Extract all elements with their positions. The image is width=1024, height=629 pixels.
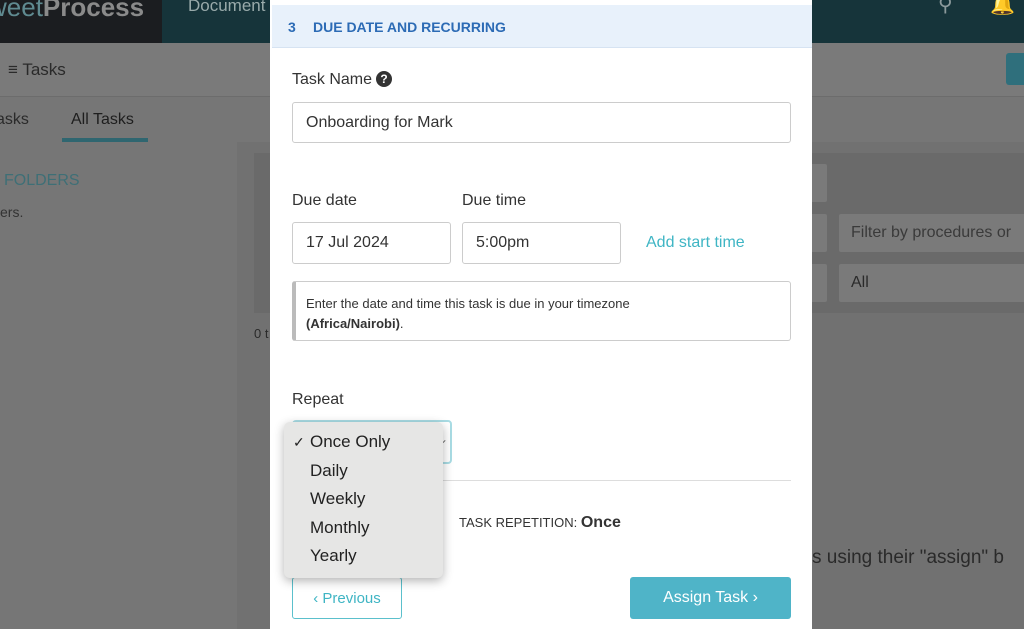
repeat-option-monthly[interactable]: Monthly <box>284 514 443 543</box>
timezone-note: Enter the date and time this task is due… <box>292 281 791 341</box>
nav-documents[interactable]: Document <box>188 0 265 16</box>
repeat-option-once-only[interactable]: ✓ Once Only <box>284 428 443 457</box>
filter-status-select[interactable]: All <box>838 263 1024 303</box>
page-title: ≡ Tasks <box>8 60 66 79</box>
task-name-input[interactable]: Onboarding for Mark <box>292 102 791 143</box>
empty-state-text: s using their "assign" b <box>812 547 1004 568</box>
due-time-input[interactable]: 5:00pm <box>462 222 621 264</box>
repeat-option-weekly[interactable]: Weekly <box>284 485 443 514</box>
task-repetition-value: Once <box>580 514 621 531</box>
due-date-input[interactable]: 17 Jul 2024 <box>292 222 451 264</box>
step-number: 3 <box>288 19 296 35</box>
help-icon[interactable]: ? <box>376 71 393 87</box>
step-title: DUE DATE AND RECURRING <box>313 19 506 35</box>
search-icon[interactable]: ⚲ <box>938 0 953 17</box>
filter-procedures-input[interactable]: Filter by procedures or <box>838 213 1024 253</box>
due-time-label: Due time <box>462 192 527 209</box>
checkmark-icon: ✓ <box>293 434 305 450</box>
logo[interactable]: weetProcess <box>0 0 144 23</box>
checklist-icon: ≡ <box>8 60 18 79</box>
bell-icon[interactable]: 🔔 <box>990 0 1015 17</box>
repeat-label: Repeat <box>292 391 344 408</box>
repeat-option-daily[interactable]: Daily <box>284 457 443 486</box>
task-name-label: Task Name? <box>292 71 393 89</box>
repeat-dropdown-menu: ✓ Once Only Daily Weekly Monthly Yearly <box>284 422 443 578</box>
active-tab-indicator <box>62 138 148 142</box>
due-date-label: Due date <box>292 192 357 209</box>
tab-all-tasks[interactable]: All Tasks <box>71 111 134 129</box>
folders-text: ers. <box>0 204 24 220</box>
folders-heading: FOLDERS <box>4 172 80 189</box>
previous-button[interactable]: ‹ Previous <box>292 577 402 619</box>
add-start-time-link[interactable]: Add start time <box>646 234 745 252</box>
task-repetition: TASK REPETITION: Once <box>459 514 621 531</box>
tab-my-tasks[interactable]: asks <box>0 111 29 129</box>
repeat-option-yearly[interactable]: Yearly <box>284 542 443 571</box>
header-action-button[interactable] <box>1006 53 1024 85</box>
assign-task-button[interactable]: Assign Task › <box>630 577 791 619</box>
task-count: 0 t <box>254 326 269 341</box>
